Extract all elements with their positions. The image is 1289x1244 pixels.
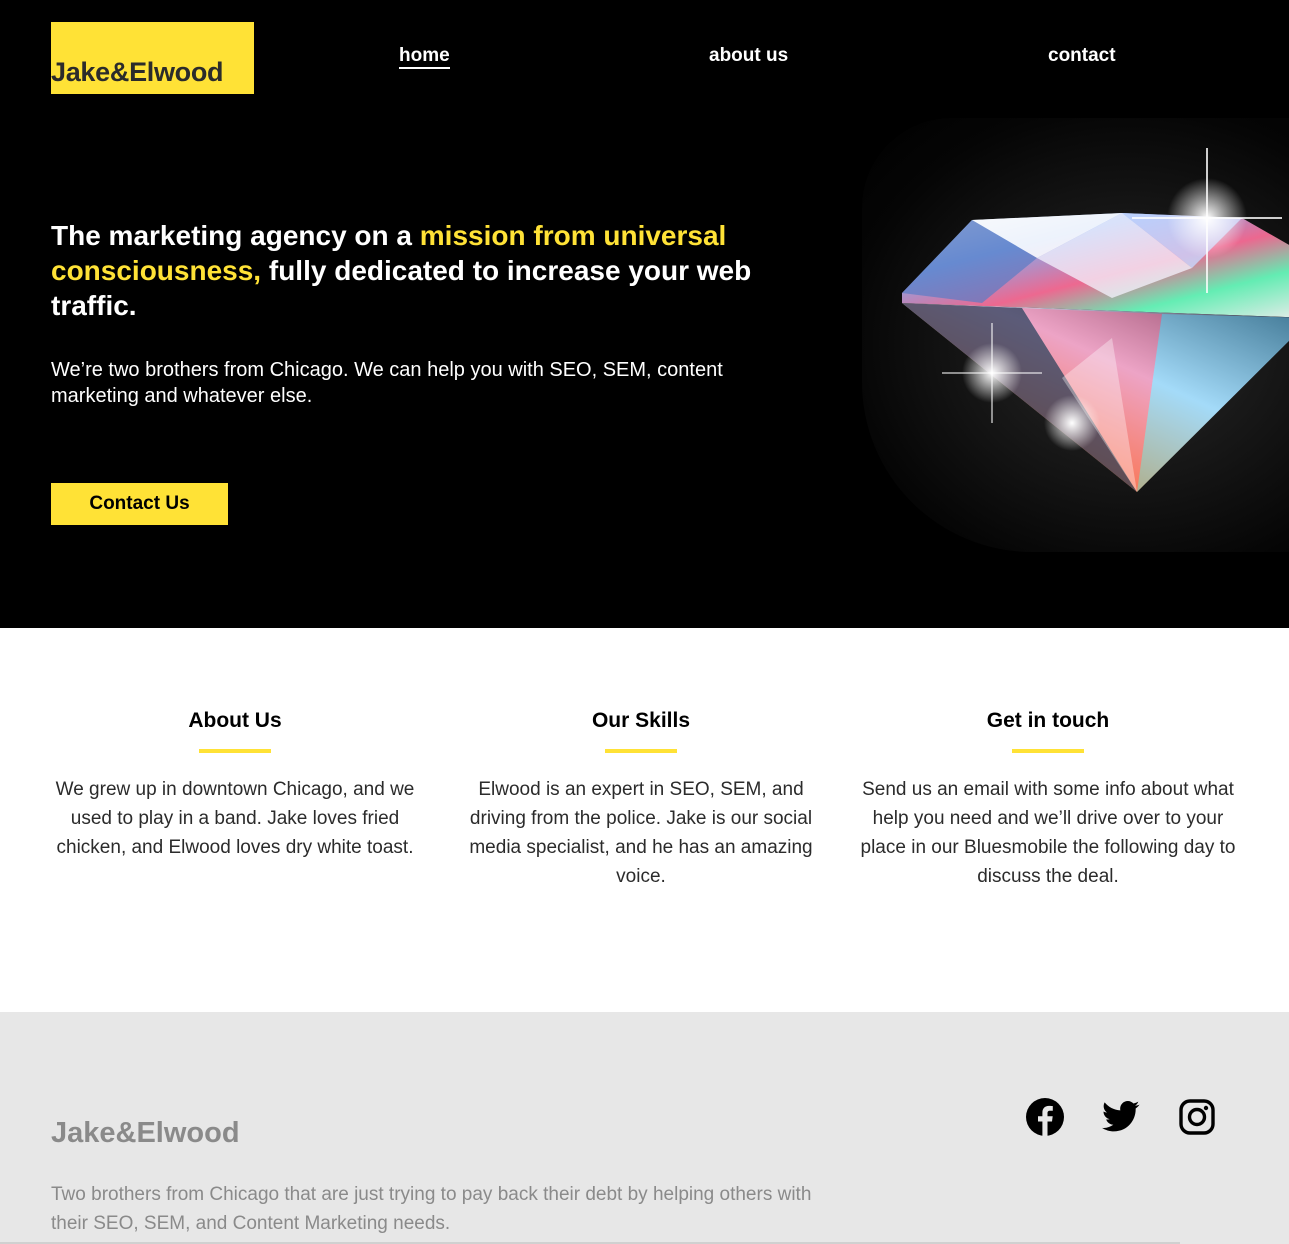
- title-underline: [199, 749, 271, 753]
- logo[interactable]: Jake&Elwood: [51, 22, 254, 94]
- feature-skills: Our Skills Elwood is an expert in SEO, S…: [451, 707, 831, 891]
- feature-title: About Us: [188, 709, 282, 732]
- twitter-icon[interactable]: [1101, 1097, 1141, 1137]
- hero-section: Jake&Elwood home about us contact The ma…: [0, 0, 1289, 628]
- feature-text: Elwood is an expert in SEO, SEM, and dri…: [469, 779, 813, 887]
- contact-us-button[interactable]: Contact Us: [51, 483, 228, 525]
- feature-title: Get in touch: [986, 709, 1110, 732]
- footer-logo: Jake&Elwood: [51, 1117, 240, 1149]
- instagram-icon[interactable]: [1177, 1097, 1217, 1137]
- title-underline: [605, 749, 677, 753]
- hero-subtext: We’re two brothers from Chicago. We can …: [51, 359, 723, 407]
- footer-description: Two brothers from Chicago that are just …: [51, 1184, 812, 1234]
- facebook-icon[interactable]: [1025, 1097, 1065, 1137]
- feature-text: We grew up in downtown Chicago, and we u…: [55, 779, 415, 858]
- feature-contact: Get in touch Send us an email with some …: [858, 707, 1238, 891]
- footer: Jake&Elwood Two brothers from Chicago th…: [0, 1012, 1289, 1244]
- headline-pre: The marketing agency on a: [51, 220, 420, 251]
- diamond-icon: [902, 148, 1289, 492]
- nav-home-link[interactable]: home: [399, 45, 450, 69]
- logo-text: Jake&Elwood: [51, 57, 224, 87]
- title-underline: [1012, 749, 1084, 753]
- feature-title: Our Skills: [591, 709, 691, 732]
- nav-contact-link[interactable]: contact: [1048, 45, 1116, 67]
- feature-text: Send us an email with some info about wh…: [860, 779, 1236, 887]
- nav-home-label: home: [399, 45, 450, 69]
- nav-about-link[interactable]: about us: [709, 45, 788, 67]
- hero-headline: The marketing agency on a mission from u…: [51, 218, 841, 323]
- feature-about: About Us We grew up in downtown Chicago,…: [45, 707, 425, 862]
- diamond-image: [862, 118, 1289, 552]
